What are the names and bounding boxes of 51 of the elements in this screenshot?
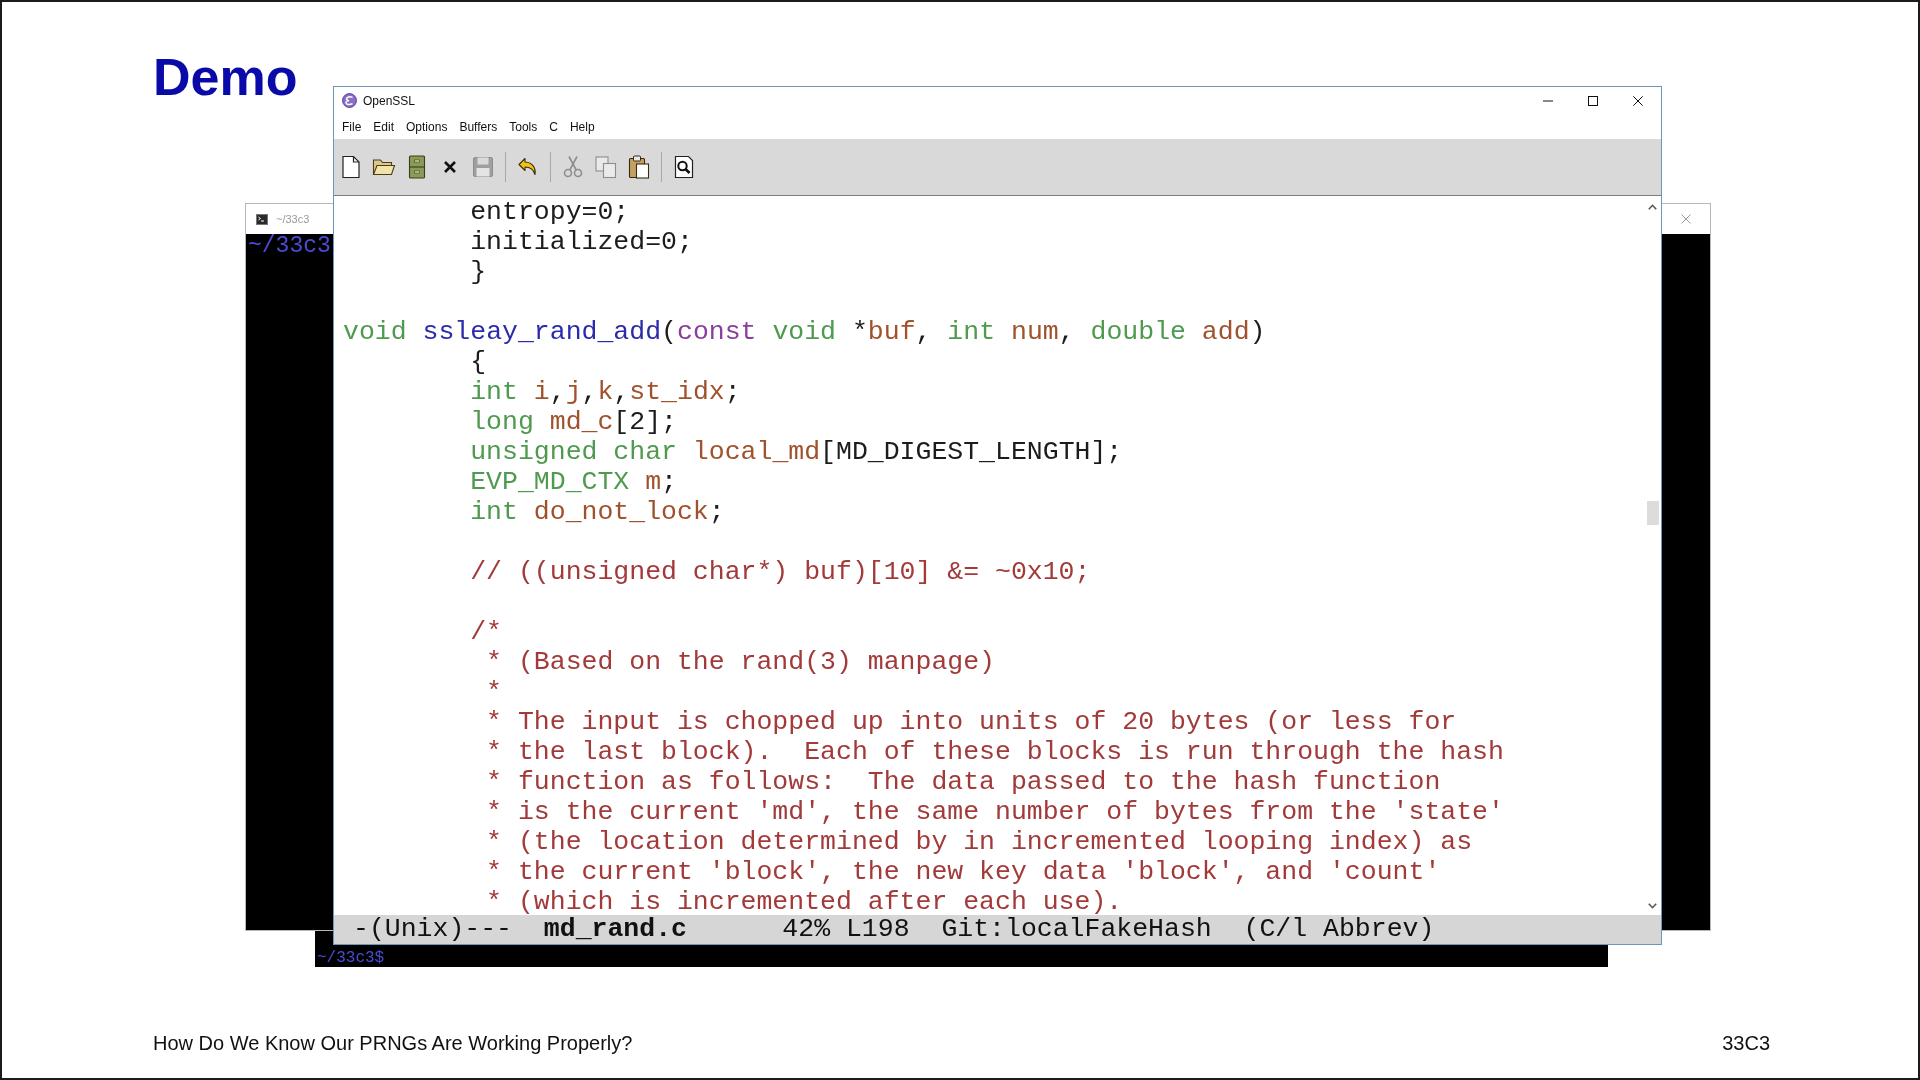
- window-title: OpenSSL: [363, 93, 416, 108]
- menu-item[interactable]: C: [549, 119, 558, 134]
- code-line: /*: [469, 617, 504, 647]
- code-line: * (Based on the rand(3) manpage): [485, 647, 996, 677]
- event-name: 33C3: [1722, 1031, 1770, 1055]
- code-line: {: [469, 347, 488, 377]
- code-line: int do_not_lock;: [469, 497, 726, 527]
- maximize-icon[interactable]: [1588, 95, 1598, 106]
- code-line: unsigned char local_md[MD_DIGEST_LENGTH];: [469, 437, 1124, 467]
- line-number: L198: [845, 915, 910, 944]
- menu-item[interactable]: Options: [406, 119, 448, 134]
- menu-item[interactable]: Tools: [509, 119, 538, 134]
- code-line: * (the location determined by in incremented looping index) as: [485, 827, 1474, 857]
- code-line: EVP_MD_CTX m;: [469, 467, 678, 497]
- code-line: // ((unsigned char*) buf)[10] &= ~0x10;: [469, 557, 1092, 587]
- terminal-icon: [256, 213, 268, 225]
- caret-up-icon[interactable]: [1648, 204, 1657, 210]
- footer-text: How Do We Know Our PRNGs Are Working Properly?: [153, 1031, 633, 1055]
- menu-item[interactable]: Help: [569, 119, 595, 134]
- terminal-prompt: ~/33c3$: [317, 949, 385, 967]
- code-line: * function as follows: The data passed to the hash function: [485, 767, 1442, 797]
- caret-down-icon[interactable]: [1648, 903, 1657, 909]
- mode-indicator: -(Unix)---: [353, 915, 513, 944]
- window-title: ~/33c3: [276, 213, 310, 225]
- git-branch: Git:localFakeHash: [941, 915, 1212, 944]
- file-name: md_rand.c: [543, 915, 687, 944]
- code-line: *: [485, 677, 504, 707]
- code-line: * The input is chopped up into units of 20 bytes (or less for: [485, 707, 1458, 737]
- blank-page-icon[interactable]: [339, 155, 363, 179]
- code-line: entropy=0;: [469, 197, 631, 227]
- code-line: * the current 'block', the new key data 'block', and 'count': [485, 857, 1442, 887]
- code-line: long md_c[2];: [469, 407, 678, 437]
- code-line: * (which is incremented after each use).: [485, 887, 1124, 915]
- scroll-position: 42%: [782, 915, 831, 944]
- slide-title: Demo: [153, 47, 298, 107]
- app-logo-icon: [342, 93, 357, 108]
- code-line: * the last block). Each of these blocks is run through the hash: [485, 737, 1505, 767]
- code-line: void ssleay_rand_add(const void *buf, int num, double add): [343, 317, 1267, 347]
- code-line: * is the current 'md', the same number of bytes from the 'state': [485, 797, 1505, 827]
- code-line: }: [469, 257, 488, 287]
- terminal-prompt: ~/33c3: [248, 233, 331, 259]
- search-icon[interactable]: [672, 155, 696, 179]
- major-mode: (C/l Abbrev): [1243, 915, 1435, 944]
- menu-item[interactable]: Edit: [373, 119, 395, 134]
- code-line: initialized=0;: [469, 227, 694, 257]
- close-icon[interactable]: [1633, 95, 1643, 106]
- scrollbar-thumb[interactable]: [1646, 501, 1659, 525]
- menu-item[interactable]: File: [342, 119, 362, 134]
- code-line: int i,j,k,st_idx;: [469, 377, 742, 407]
- clipboard-icon[interactable]: [627, 155, 651, 179]
- menu-item[interactable]: Buffers: [459, 119, 498, 134]
